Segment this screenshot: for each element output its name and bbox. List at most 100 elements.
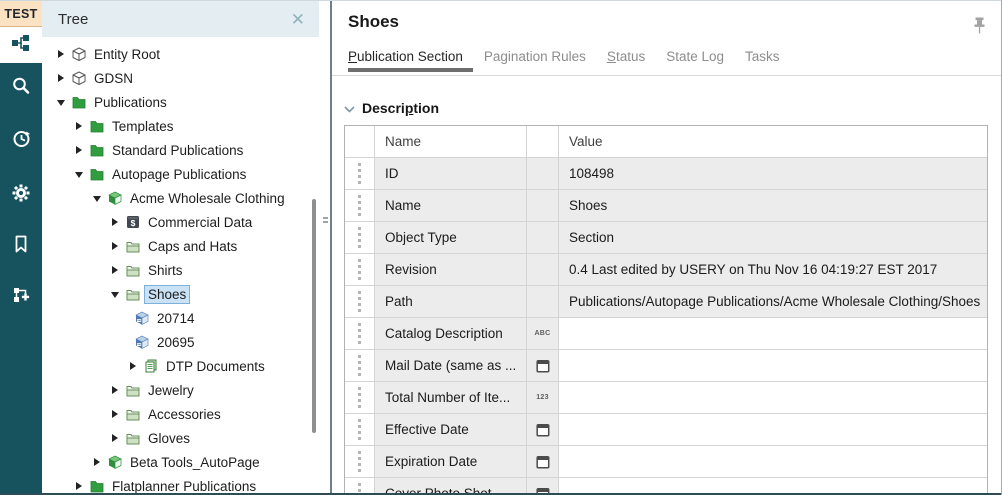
tab-publication-section[interactable]: Publication Section [348,49,463,72]
field-value-editable[interactable] [559,318,987,349]
collapse-arrow-icon[interactable] [111,287,125,301]
tree-item-gloves[interactable]: Gloves [42,426,319,450]
section-folder-icon [125,383,140,398]
sidebar-item-bookmarks[interactable] [0,228,42,264]
row-handle[interactable] [345,222,375,253]
tree-item-label[interactable]: Acme Wholesale Clothing [127,190,288,207]
expand-arrow-icon[interactable] [129,359,143,373]
row-handle[interactable] [345,382,375,413]
close-icon[interactable]: ✕ [287,11,309,28]
row-handle[interactable] [345,350,375,381]
field-value-editable[interactable] [559,350,987,381]
tree-item-label[interactable]: Templates [109,118,177,135]
expand-arrow-icon[interactable] [57,71,71,85]
tree-item-label[interactable]: Shirts [145,262,186,279]
sidebar-item-history[interactable] [0,123,42,159]
tab-pagination-rules[interactable]: Pagination Rules [484,49,586,72]
expand-arrow-icon[interactable] [93,455,107,469]
header-type-cell [527,126,559,157]
chevron-down-icon[interactable] [344,100,355,116]
calendar-icon [527,414,559,445]
tree-item-label[interactable]: Autopage Publications [109,166,249,183]
tree-item-label[interactable]: Commercial Data [145,214,255,231]
tree-item-flatplanner-publications[interactable]: Flatplanner Publications [42,474,319,495]
tree-item-publications[interactable]: Publications [42,90,319,114]
section-header-description[interactable]: Description [344,100,439,116]
expand-arrow-icon[interactable] [111,215,125,229]
section-folder-icon [125,407,140,422]
panel-splitter[interactable] [319,1,332,495]
tree-item-label[interactable]: Jewelry [145,382,197,399]
row-handle[interactable] [345,254,375,285]
row-handle[interactable] [345,414,375,445]
sidebar-item-workflow[interactable] [0,279,42,315]
tab-status[interactable]: Status [607,49,645,72]
tab-tasks[interactable]: Tasks [745,49,780,72]
tree-item-gdsn[interactable]: GDSN [42,66,319,90]
tree-item-entity-root[interactable]: Entity Root [42,42,319,66]
tree-item-20695[interactable]: 20695 [42,330,319,354]
tree-item-label[interactable]: 20695 [154,334,198,351]
tree-item-label[interactable]: Gloves [145,430,193,447]
tree-item-label[interactable]: Caps and Hats [145,238,240,255]
expand-arrow-icon[interactable] [75,119,89,133]
row-handle[interactable] [345,318,375,349]
tree-item-acme-wholesale-clothing[interactable]: Acme Wholesale Clothing [42,186,319,210]
field-value-editable[interactable] [559,414,987,445]
tree-item-beta-tools-autopage[interactable]: Beta Tools_AutoPage [42,450,319,474]
collapse-arrow-icon[interactable] [93,191,107,205]
sidebar-item-settings[interactable] [0,177,42,213]
tree-item-label[interactable]: DTP Documents [163,358,268,375]
expand-arrow-icon[interactable] [111,239,125,253]
tree-item-shoes[interactable]: Shoes [42,282,319,306]
header-handle-cell [345,126,375,157]
tree-scrollbar-thumb[interactable] [312,199,316,433]
expand-arrow-icon[interactable] [111,263,125,277]
tree-item-commercial-data[interactable]: $ Commercial Data [42,210,319,234]
tree-item-templates[interactable]: Templates [42,114,319,138]
collapse-arrow-icon[interactable] [75,167,89,181]
field-value-editable[interactable] [559,446,987,477]
tabs-separator [330,75,1001,76]
sidebar-item-tree-navigator[interactable] [0,27,42,63]
item-cube-icon [134,335,149,350]
tree-item-caps-and-hats[interactable]: Caps and Hats [42,234,319,258]
tree-item-dtp-documents[interactable]: DTP Documents [42,354,319,378]
tree-item-label[interactable]: Entity Root [91,46,163,63]
collapse-arrow-icon[interactable] [57,95,71,109]
expand-arrow-icon[interactable] [75,479,89,493]
bookmark-icon [11,234,31,259]
table-row-catalog-description: Catalog Description ABC [345,317,987,349]
tree-item-20714[interactable]: 20714 [42,306,319,330]
tree-item-shirts[interactable]: Shirts [42,258,319,282]
tree-panel-title: Tree [58,11,287,28]
row-handle[interactable] [345,158,375,189]
expand-arrow-icon[interactable] [111,407,125,421]
pin-icon[interactable] [972,17,987,40]
tree-item-label[interactable]: GDSN [91,70,136,87]
row-handle[interactable] [345,190,375,221]
table-row-id: ID 108498 [345,157,987,189]
tab-state-log[interactable]: State Log [666,49,724,72]
field-value-editable[interactable] [559,382,987,413]
row-handle[interactable] [345,286,375,317]
expand-arrow-icon[interactable] [111,383,125,397]
tree-item-standard-publications[interactable]: Standard Publications [42,138,319,162]
calendar-icon [527,446,559,477]
expand-arrow-icon[interactable] [57,47,71,61]
expand-arrow-icon[interactable] [75,143,89,157]
tree-item-accessories[interactable]: Accessories [42,402,319,426]
tree-item-label[interactable]: Beta Tools_AutoPage [127,454,263,471]
tree-item-label[interactable]: Flatplanner Publications [109,478,259,495]
tree-item-jewelry[interactable]: Jewelry [42,378,319,402]
tree-item-label[interactable]: Accessories [145,406,224,423]
sidebar-item-search[interactable] [0,70,42,106]
field-value: Shoes [559,190,987,221]
tree-item-label[interactable]: Publications [91,94,170,111]
tree-item-label[interactable]: Standard Publications [109,142,246,159]
expand-arrow-icon[interactable] [111,431,125,445]
tree-item-label[interactable]: 20714 [154,310,198,327]
tree-item-autopage-publications[interactable]: Autopage Publications [42,162,319,186]
row-handle[interactable] [345,446,375,477]
tree-item-label-selected[interactable]: Shoes [145,286,189,303]
